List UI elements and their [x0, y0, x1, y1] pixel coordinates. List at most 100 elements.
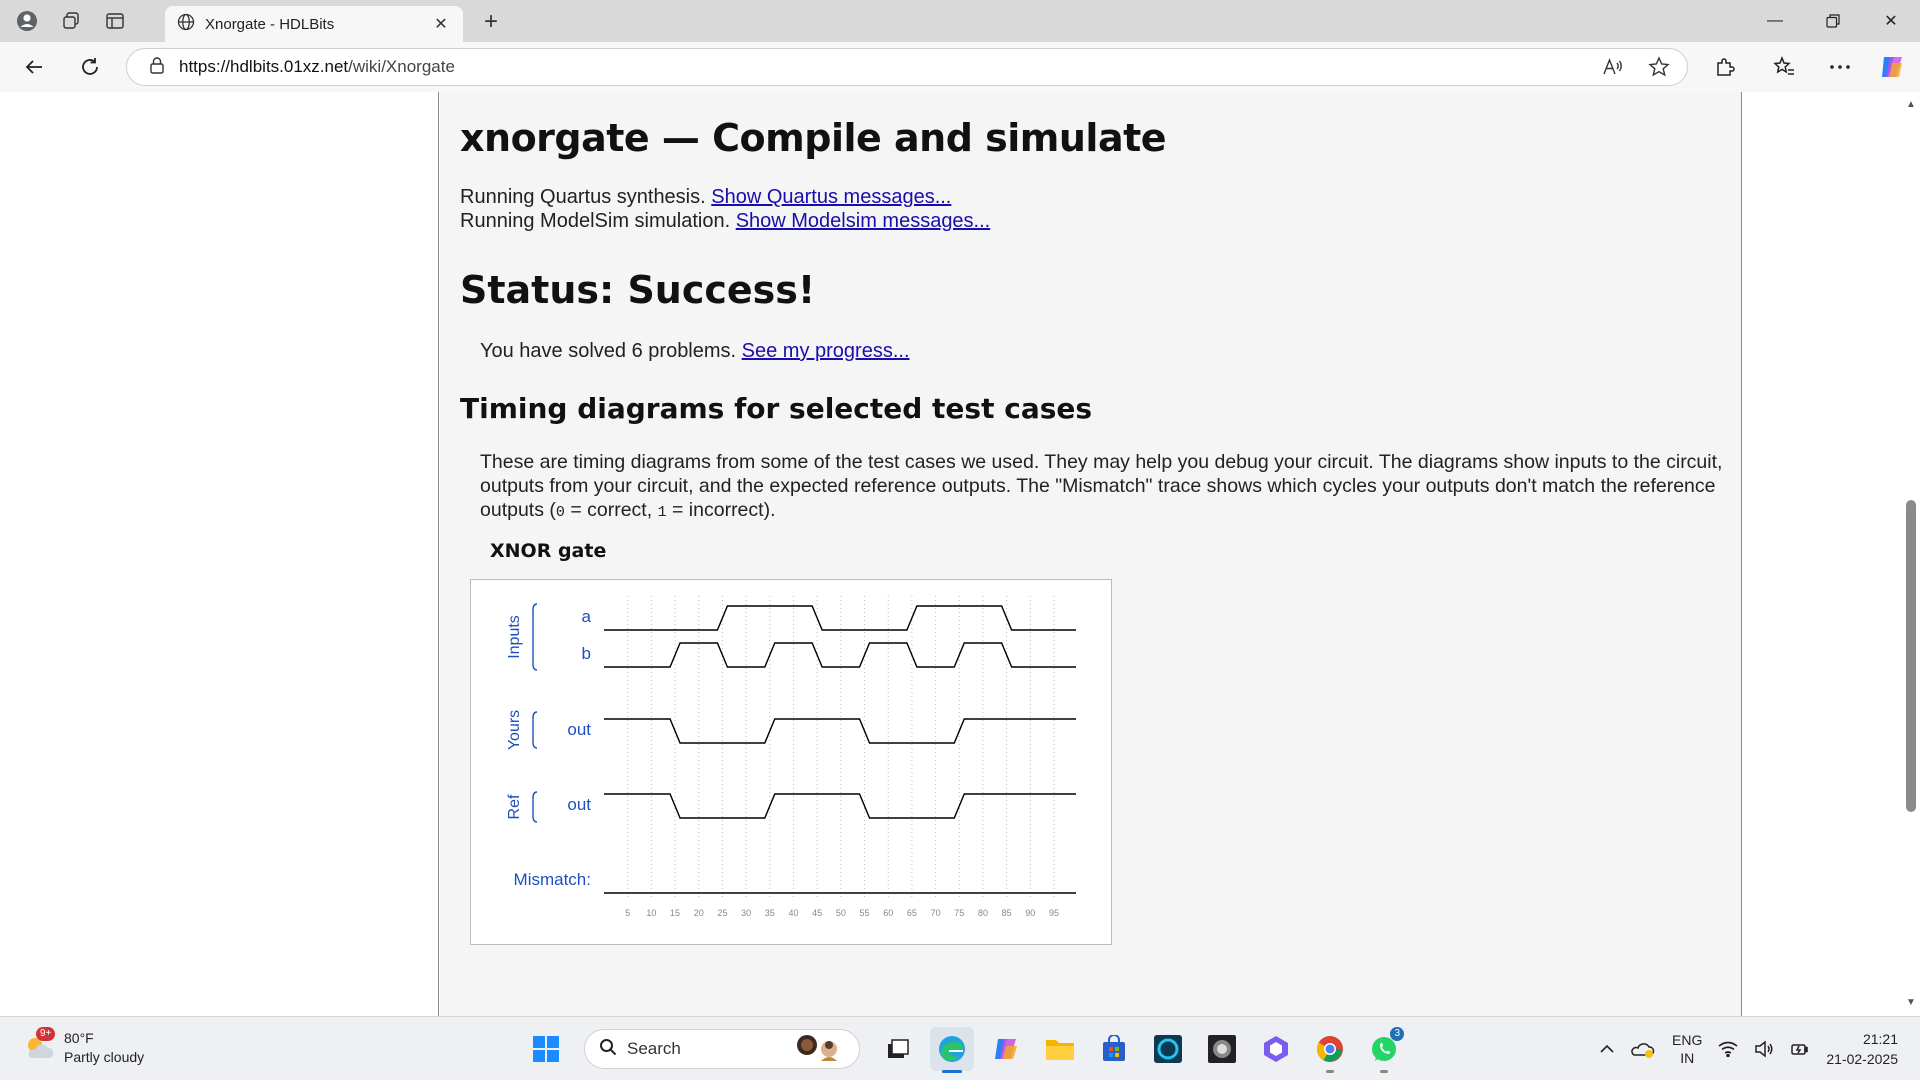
see-progress-link[interactable]: See my progress... [742, 340, 910, 362]
profile-icon[interactable] [12, 6, 42, 36]
refresh-button[interactable] [70, 47, 110, 87]
x-tick-label: 75 [954, 908, 964, 918]
battery-icon[interactable] [1782, 1017, 1818, 1080]
weather-desc: Partly cloudy [64, 1049, 145, 1065]
page-title: xnorgate — Compile and simulate [460, 116, 1167, 160]
x-tick-label: 35 [765, 908, 775, 918]
x-tick-label: 45 [812, 908, 822, 918]
page-scrollbar[interactable]: ▲ ▼ [1902, 92, 1920, 1016]
new-tab-button[interactable]: + [476, 8, 506, 35]
tab-title: Xnorgate - HDLBits [205, 15, 335, 33]
close-tab-icon[interactable]: ✕ [431, 14, 451, 34]
solved-text: You have solved 6 problems. [480, 340, 742, 362]
close-window-button[interactable]: ✕ [1862, 0, 1920, 42]
scroll-thumb[interactable] [1906, 500, 1916, 812]
volume-icon[interactable] [1746, 1017, 1782, 1080]
signal-trace-out [604, 718, 1076, 744]
workspaces-icon[interactable] [56, 6, 86, 36]
globe-icon [177, 13, 195, 35]
address-bar[interactable]: https://hdlbits.01xz.net/wiki/Xnorgate [126, 48, 1688, 86]
file-explorer-icon[interactable] [1038, 1027, 1082, 1071]
app-launcher-icon[interactable] [1200, 1027, 1244, 1071]
more-options-icon[interactable] [1820, 47, 1860, 87]
group-label-ref: Ref [506, 794, 523, 819]
weather-temp: 80°F [64, 1030, 94, 1046]
weather-icon: 9+ [22, 1027, 56, 1065]
signal-label-a: a [582, 607, 592, 626]
x-tick-label: 20 [694, 908, 704, 918]
group-label-yours: Yours [506, 710, 523, 750]
clock[interactable]: 21:21 21-02-2025 [1818, 1017, 1920, 1080]
x-tick-label: 55 [860, 908, 870, 918]
x-tick-label: 85 [1002, 908, 1012, 918]
group-bracket [532, 603, 538, 671]
scroll-down-arrow[interactable]: ▼ [1905, 998, 1917, 1008]
read-aloud-icon[interactable] [1599, 53, 1627, 81]
search-highlight-icon [793, 1031, 849, 1068]
show-modelsim-messages-link[interactable]: Show Modelsim messages... [736, 210, 991, 232]
weather-widget[interactable]: 9+ 80°F Partly cloudy [22, 1027, 145, 1067]
copilot-icon[interactable] [1872, 47, 1912, 87]
scroll-up-arrow[interactable]: ▲ [1905, 100, 1917, 110]
search-icon [599, 1038, 617, 1061]
mismatch-label: Mismatch: [514, 870, 591, 889]
x-tick-label: 95 [1049, 908, 1059, 918]
x-tick-label: 65 [907, 908, 917, 918]
x-tick-label: 10 [646, 908, 656, 918]
restore-button[interactable] [1804, 0, 1862, 42]
copilot-app-icon[interactable] [984, 1027, 1028, 1071]
status-heading: Status: Success! [460, 268, 816, 312]
alexa-icon[interactable] [1146, 1027, 1190, 1071]
timing-diagram-svg: 5 10 15 20 25 30 35 40 45 50 55 60 65 70 75 80 85 90 95 ab o… [506, 596, 1076, 918]
clock-time: 21:21 [1862, 1031, 1898, 1047]
language-indicator[interactable]: ENG IN [1664, 1017, 1710, 1080]
url-text: https://hdlbits.01xz.net/wiki/Xnorgate [179, 57, 455, 76]
onedrive-icon[interactable] [1622, 1017, 1664, 1080]
web-page: xnorgate — Compile and simulate Running … [0, 92, 1920, 1016]
group-bracket [532, 711, 538, 749]
timing-diagram: 5 10 15 20 25 30 35 40 45 50 55 60 65 70 75 80 85 90 95 a b o… [470, 579, 1112, 945]
solved-line: You have solved 6 problems. See my progr… [480, 340, 910, 363]
whatsapp-badge: 3 [1390, 1027, 1404, 1041]
vertical-tabs-icon[interactable] [100, 6, 130, 36]
chart-title: XNOR gate [490, 540, 607, 562]
timing-heading: Timing diagrams for selected test cases [460, 392, 1093, 425]
edge-icon[interactable] [930, 1027, 974, 1073]
x-tick-label: 80 [978, 908, 988, 918]
main-content: xnorgate — Compile and simulate Running … [440, 92, 1742, 1016]
signal-label-out: out [567, 720, 591, 739]
group-bracket [532, 791, 538, 823]
tab-xnorgate[interactable]: Xnorgate - HDLBits ✕ [165, 6, 463, 42]
left-sidebar [5, 92, 439, 1016]
taskbar-search[interactable]: Search [584, 1029, 860, 1069]
whatsapp-icon[interactable]: 3 [1362, 1027, 1406, 1073]
address-toolbar: https://hdlbits.01xz.net/wiki/Xnorgate [0, 42, 1920, 92]
favorite-star-icon[interactable] [1645, 53, 1673, 81]
show-quartus-messages-link[interactable]: Show Quartus messages... [711, 186, 951, 208]
x-tick-label: 25 [717, 908, 727, 918]
m365-icon[interactable] [1254, 1027, 1298, 1071]
chrome-icon[interactable] [1308, 1027, 1352, 1073]
wifi-icon[interactable] [1710, 1017, 1746, 1080]
signal-trace-out [604, 793, 1076, 819]
group-label-inputs: Inputs [506, 615, 523, 659]
back-button[interactable] [14, 47, 54, 87]
x-tick-label: 30 [741, 908, 751, 918]
clock-date: 21-02-2025 [1826, 1051, 1898, 1067]
minimize-button[interactable]: — [1746, 0, 1804, 42]
task-view-icon[interactable] [876, 1027, 920, 1071]
show-hidden-icons-icon[interactable] [1592, 1017, 1622, 1080]
timing-description: These are timing diagrams from some of t… [480, 451, 1723, 521]
x-tick-label: 50 [836, 908, 846, 918]
x-tick-label: 70 [931, 908, 941, 918]
store-icon[interactable] [1092, 1027, 1136, 1071]
lock-icon[interactable] [149, 56, 165, 79]
extensions-icon[interactable] [1705, 47, 1745, 87]
quartus-text: Running Quartus synthesis. [460, 186, 712, 208]
signal-trace-a [604, 605, 1076, 631]
x-tick-label: 90 [1025, 908, 1035, 918]
favorites-icon[interactable] [1764, 47, 1804, 87]
start-button[interactable] [524, 1027, 568, 1071]
search-placeholder: Search [627, 1039, 681, 1058]
signal-trace-b [604, 642, 1076, 668]
